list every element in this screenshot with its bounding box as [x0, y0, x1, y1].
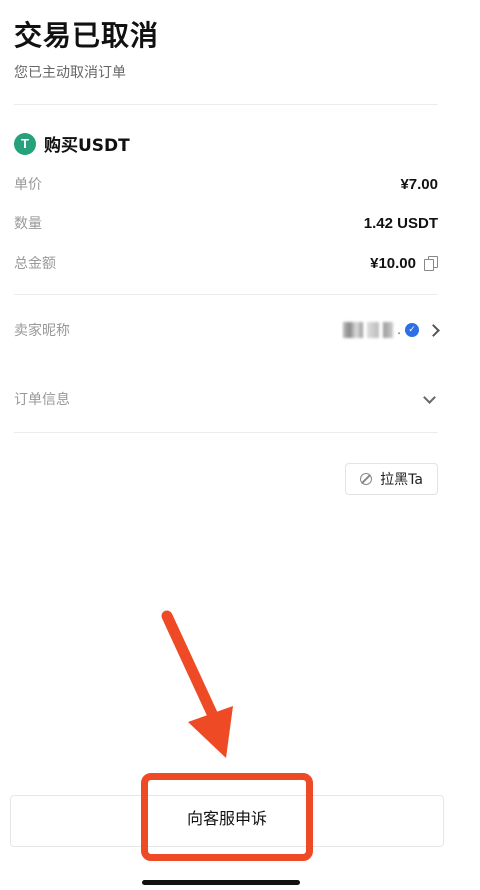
- order-cancelled-screen: 交易已取消 您已主动取消订单 T 购买USDT 单价 ¥7.00 数量 1.42…: [0, 0, 480, 890]
- appeal-to-support-button[interactable]: 向客服申诉: [141, 773, 313, 861]
- annotation-arrow-shaft: [161, 610, 221, 726]
- home-indicator: [142, 880, 300, 885]
- appeal-button-label: 向客服申诉: [186, 809, 267, 828]
- annotation-arrow-icon: [161, 610, 233, 758]
